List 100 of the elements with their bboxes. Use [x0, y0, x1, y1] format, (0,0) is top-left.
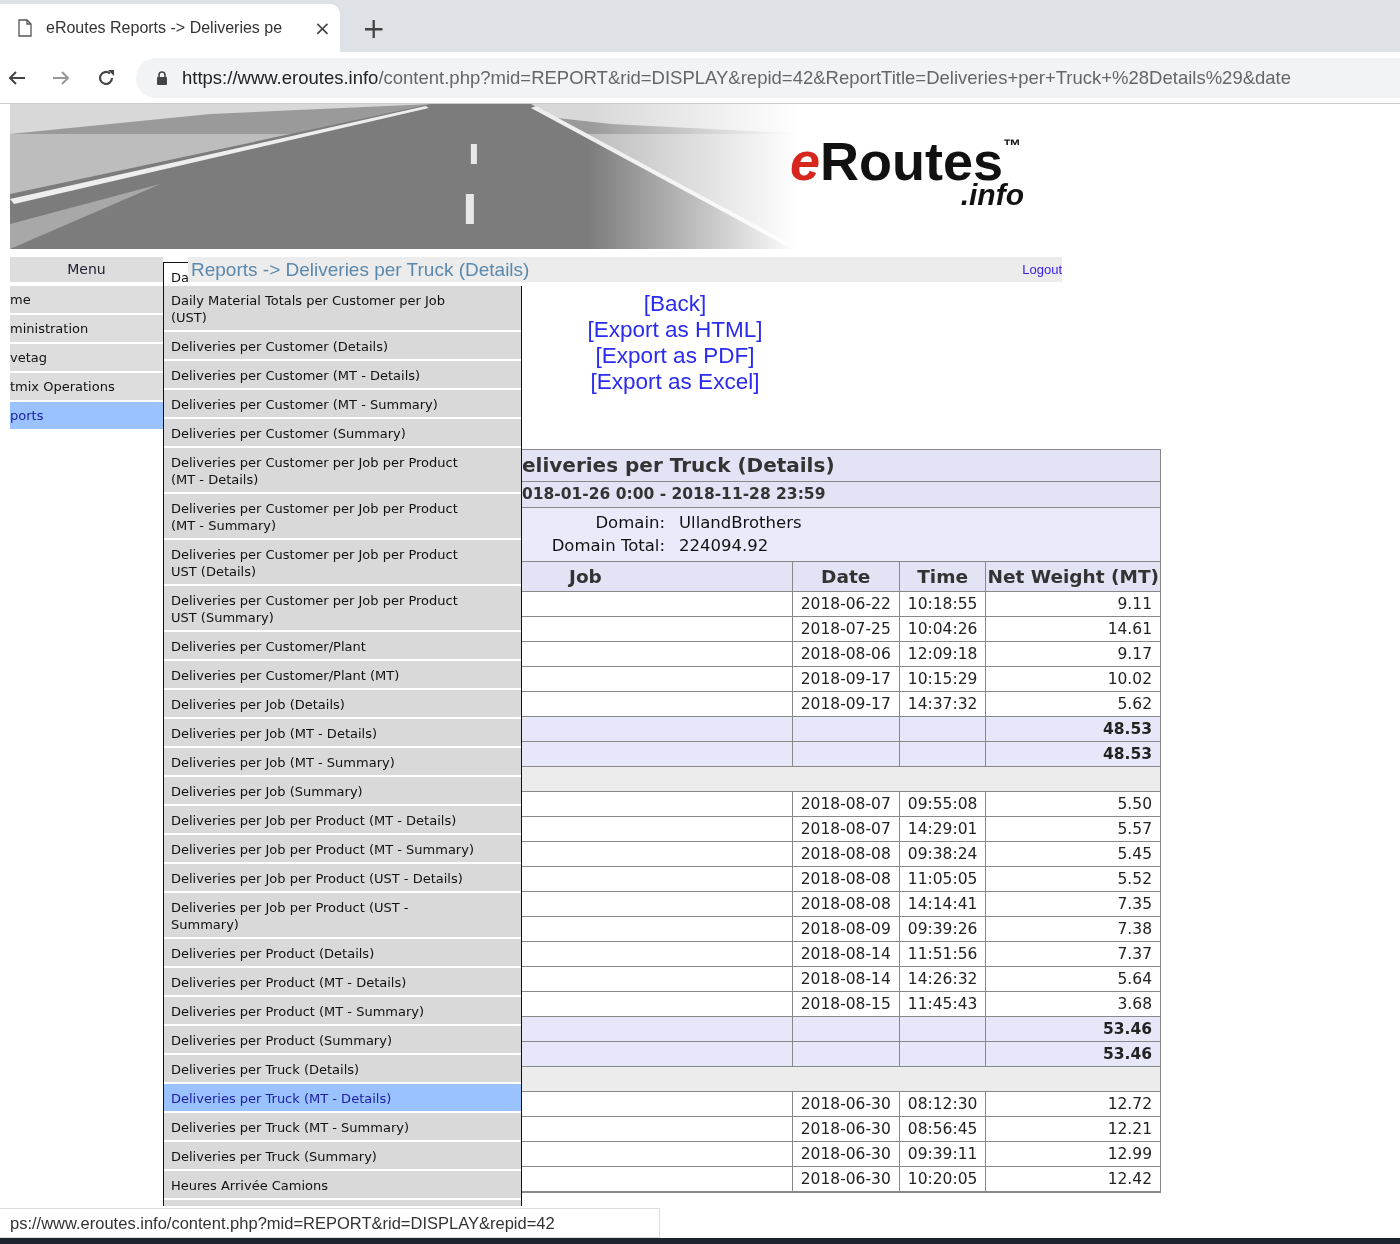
dropdown-item[interactable]: Deliveries per Product (Details): [164, 939, 521, 968]
dropdown-item[interactable]: Deliveries per Customer (Details): [164, 332, 521, 361]
table-cell: 14:29:01: [899, 816, 986, 842]
table-cell: 2018-08-15: [792, 991, 900, 1017]
close-tab-button[interactable]: ×: [310, 16, 335, 40]
tab-title[interactable]: eRoutes Reports -> Deliveries pe: [46, 19, 296, 37]
table-cell: 2018-08-07: [792, 791, 900, 817]
column-header: Net Weight (MT): [985, 561, 1160, 592]
dropdown-item[interactable]: Daily Material Totals per Customer per Job (UST): [164, 286, 521, 332]
table-cell: 2018-08-09: [792, 916, 900, 942]
total-cell: 53.46: [985, 1016, 1160, 1042]
menu-item[interactable]: ports: [10, 402, 163, 429]
table-cell: 2018-06-30: [792, 1116, 900, 1142]
forward-icon[interactable]: [52, 69, 70, 86]
table-cell: 2018-09-17: [792, 666, 900, 692]
dropdown-item[interactable]: Deliveries per Product (Summary): [164, 1026, 521, 1055]
logout-link[interactable]: Logout: [1022, 262, 1062, 277]
dropdown-item[interactable]: Deliveries per Customer/Plant (MT): [164, 661, 521, 690]
table-cell: 08:12:30: [899, 1091, 986, 1117]
dropdown-item[interactable]: Deliveries per Customer (MT - Summary): [164, 390, 521, 419]
table-cell: 2018-08-08: [792, 841, 900, 867]
dropdown-item[interactable]: Deliveries per Truck (Summary): [164, 1142, 521, 1171]
menu-header: Menu: [10, 257, 163, 282]
table-cell: 10:04:26: [899, 616, 986, 642]
address-field[interactable]: https://www.eroutes.info/content.php?mid=REPORT&rid=DISPLAY&repid=42&ReportTitle=Deliveries+per+Truck+%28Details%29&date: [136, 57, 1400, 98]
column-header: Date: [792, 561, 900, 592]
info-label: Domain Total:: [551, 536, 665, 555]
dropdown-item[interactable]: Deliveries per Job per Product (MT - Summary): [164, 835, 521, 864]
lock-icon: [156, 70, 168, 85]
dropdown-item[interactable]: Deliveries per Job (MT - Details): [164, 719, 521, 748]
table-cell: 14:26:32: [899, 966, 986, 992]
info-value: UllandBrothers: [679, 513, 802, 532]
table-cell: 2018-08-06: [792, 641, 900, 667]
menu-item[interactable]: tmix Operations: [10, 373, 163, 400]
dropdown-item[interactable]: Deliveries per Job (MT - Summary): [164, 748, 521, 777]
table-cell: 2018-06-30: [792, 1141, 900, 1167]
table-cell: 09:39:26: [899, 916, 986, 942]
status-url: ps://www.eroutes.info/content.php?mid=REPORT&rid=DISPLAY&repid=42: [0, 1208, 660, 1238]
dropdown-item[interactable]: Deliveries per Truck (MT - Details): [164, 1084, 521, 1113]
dropdown-item[interactable]: Deliveries per Job (Summary): [164, 777, 521, 806]
report-period: 018-01-26 0:00 - 2018-11-28 23:59: [522, 482, 1160, 508]
dropdown-item[interactable]: Deliveries per Job per Product (UST - Details): [164, 864, 521, 893]
dropdown-item[interactable]: Deliveries per Customer/Plant: [164, 632, 521, 661]
table-cell: 10:18:55: [899, 591, 986, 617]
table-cell: 2018-09-17: [792, 691, 900, 717]
menu-item[interactable]: ministration: [10, 315, 163, 342]
dropdown-item[interactable]: Deliveries per Customer per Job per Product UST (Summary): [164, 586, 521, 632]
export-link[interactable]: [Export as Excel]: [590, 369, 760, 395]
table-cell: 14:14:41: [899, 891, 986, 917]
export-link[interactable]: [Back]: [643, 291, 707, 317]
total-cell: 53.46: [985, 1041, 1160, 1067]
reload-icon[interactable]: [96, 67, 116, 88]
total-cell: 48.53: [985, 716, 1160, 742]
dropdown-item[interactable]: Deliveries per Job per Product (MT - Details): [164, 806, 521, 835]
export-link[interactable]: [Export as PDF]: [595, 343, 755, 369]
table-cell: 2018-06-30: [792, 1091, 900, 1117]
table-cell: 14:37:32: [899, 691, 986, 717]
page-icon: [18, 19, 32, 37]
table-cell: 09:55:08: [899, 791, 986, 817]
table-cell: 08:56:45: [899, 1116, 986, 1142]
back-icon[interactable]: [8, 69, 26, 86]
table-cell: 2018-08-08: [792, 891, 900, 917]
report-title: eliveries per Truck (Details): [522, 450, 1160, 482]
total-cell: 48.53: [985, 741, 1160, 767]
dropdown-item[interactable]: Deliveries per Customer (Summary): [164, 419, 521, 448]
dropdown-item[interactable]: Deliveries per Customer per Job per Product (MT - Details): [164, 448, 521, 494]
dropdown-item[interactable]: Deliveries per Customer per Job per Product (MT - Summary): [164, 494, 521, 540]
table-cell: 09:38:24: [899, 841, 986, 867]
table-cell: 11:05:05: [899, 866, 986, 892]
table-cell: 2018-07-25: [792, 616, 900, 642]
table-cell: 2018-08-14: [792, 966, 900, 992]
info-value: 224094.92: [679, 536, 769, 555]
menu-item[interactable]: vetag: [10, 344, 163, 371]
dropdown-item[interactable]: Deliveries per Product (MT - Details): [164, 968, 521, 997]
table-cell: 10:15:29: [899, 666, 986, 692]
dropdown-item[interactable]: Deliveries per Customer per Job per Product UST (Details): [164, 540, 521, 586]
menu-item[interactable]: me: [10, 286, 163, 313]
table-cell: 2018-06-30: [792, 1166, 900, 1192]
dropdown-item[interactable]: Deliveries per Truck (MT - Summary): [164, 1113, 521, 1142]
dropdown-item[interactable]: Heures Arrivée Camions: [164, 1171, 521, 1200]
new-tab-button[interactable]: +: [358, 14, 390, 44]
table-cell: 09:39:11: [899, 1141, 986, 1167]
table-cell: 2018-06-22: [792, 591, 900, 617]
dropdown-item[interactable]: Deliveries per Job per Product (UST - Summary): [164, 893, 521, 939]
breadcrumb: Reports -> Deliveries per Truck (Details): [190, 258, 530, 281]
info-label: Domain:: [595, 513, 665, 532]
dropdown-item[interactable]: Deliveries per Customer (MT - Details): [164, 361, 521, 390]
table-cell: 2018-08-07: [792, 816, 900, 842]
table-cell: 12:09:18: [899, 641, 986, 667]
table-cell: 2018-08-08: [792, 866, 900, 892]
logo: eRoutes™ .info: [790, 134, 1025, 210]
table-cell: 10:20:05: [899, 1166, 986, 1192]
dropdown-item[interactable]: Deliveries per Job (Details): [164, 690, 521, 719]
table-cell: 11:51:56: [899, 941, 986, 967]
column-header: Time: [899, 561, 986, 592]
table-cell: 11:45:43: [899, 991, 986, 1017]
table-cell: 2018-08-14: [792, 941, 900, 967]
column-header: Job: [522, 561, 793, 592]
export-link[interactable]: [Export as HTML]: [587, 317, 763, 343]
dropdown-item[interactable]: Deliveries per Product (MT - Summary): [164, 997, 521, 1026]
